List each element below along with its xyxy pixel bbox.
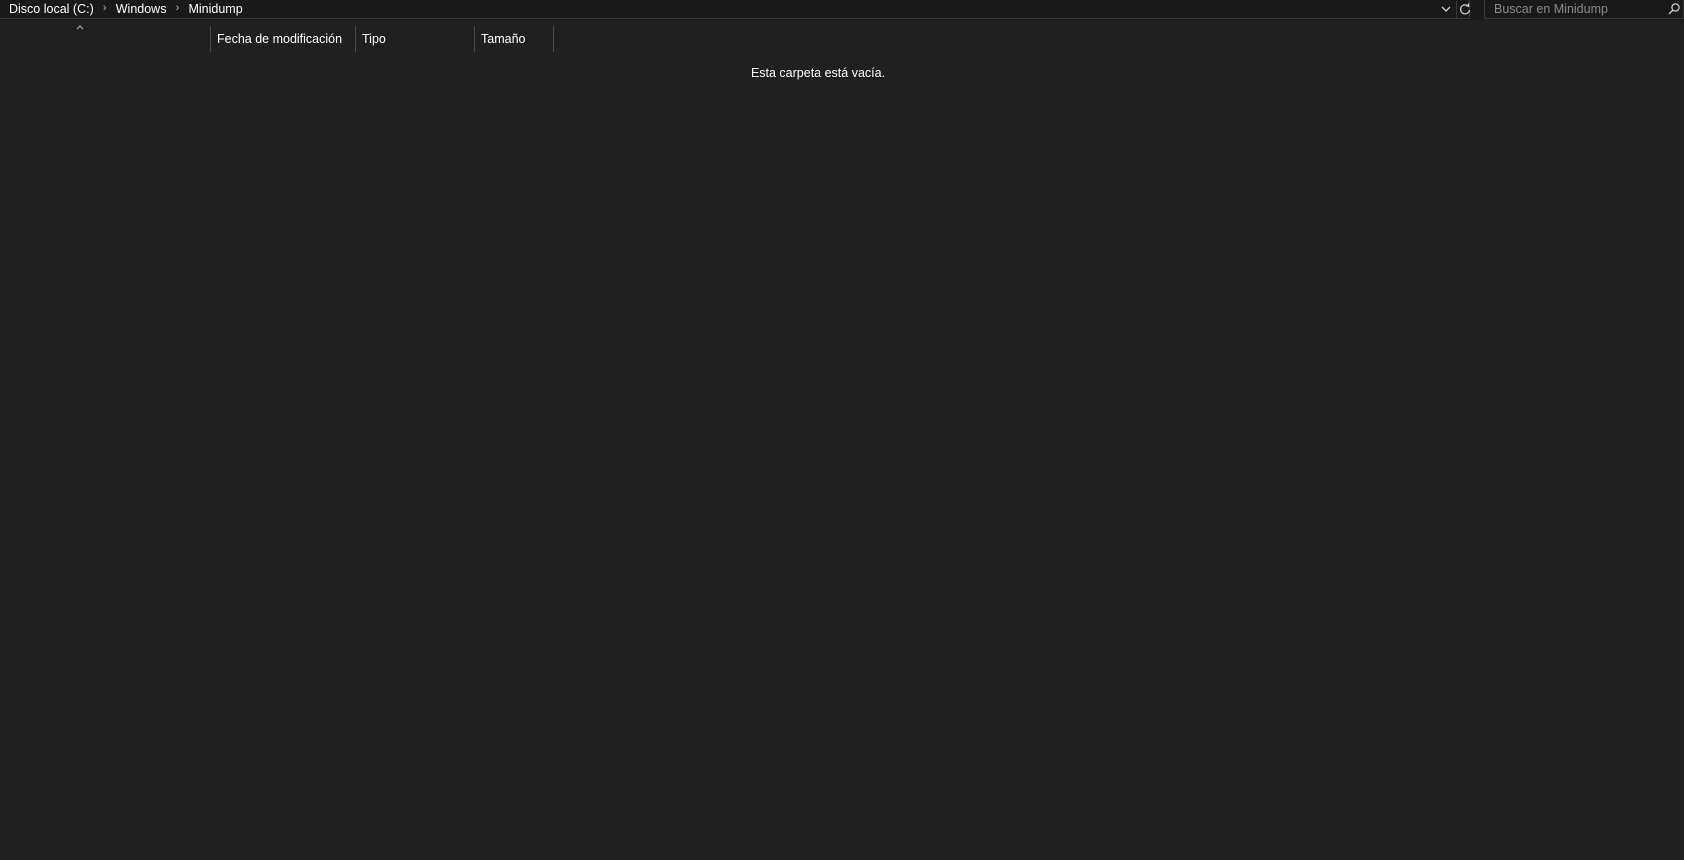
empty-folder-message: Esta carpeta está vacía. [750,66,886,80]
address-bar: Disco local (C:) › Windows › Minidump [0,0,1684,20]
breadcrumb-item-windows[interactable]: Windows [116,2,167,16]
column-header-label: Tamaño [481,32,526,46]
refresh-icon [1459,3,1471,15]
address-history-dropdown[interactable] [1438,2,1454,17]
refresh-button[interactable] [1456,1,1473,18]
column-header-size[interactable]: Tamaño [474,26,553,52]
breadcrumb-item-drive[interactable]: Disco local (C:) [9,2,94,16]
chevron-right-icon[interactable]: › [94,2,116,14]
column-divider[interactable] [553,26,554,52]
chevron-right-icon[interactable]: › [166,2,188,14]
breadcrumb[interactable]: Disco local (C:) › Windows › Minidump [0,0,1470,19]
search-box[interactable] [1484,0,1684,19]
breadcrumb-item-minidump[interactable]: Minidump [188,2,242,16]
column-header-type[interactable]: Tipo [355,26,474,52]
column-header-label: Tipo [362,32,386,46]
search-input[interactable] [1485,0,1655,18]
file-explorer-window: Disco local (C:) › Windows › Minidump Bu… [0,0,1684,860]
chevron-down-icon [1441,6,1451,12]
search-icon[interactable] [1667,2,1681,16]
column-header-date-modified[interactable]: Fecha de modificación [210,26,355,52]
chevron-up-icon [76,25,84,30]
column-header-label: Fecha de modificación [217,32,343,46]
